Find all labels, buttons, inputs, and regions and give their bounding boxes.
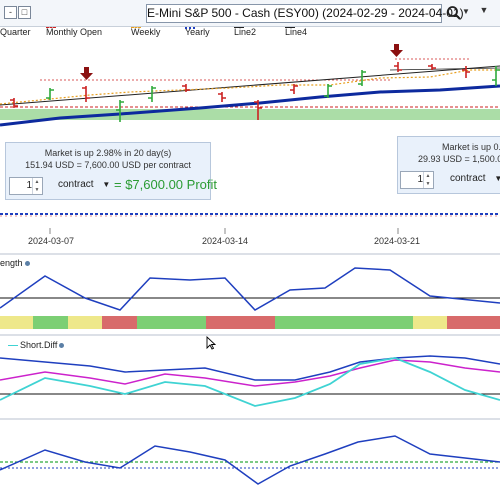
profit-value: = $7,600.00 Profit bbox=[114, 177, 217, 192]
popup-detail: 151.94 USD = 7,600.00 USD per contract bbox=[25, 160, 191, 170]
legend-line4: Line4 bbox=[285, 27, 307, 37]
popup-summary: Market is up 0.5 bbox=[442, 142, 500, 152]
maximize-button[interactable]: □ bbox=[18, 6, 31, 19]
oscillator-panel[interactable] bbox=[0, 422, 500, 500]
legend-monthly-open: Monthly Open bbox=[46, 27, 102, 37]
contract-select-label: contract bbox=[58, 179, 94, 190]
legend-weekly-label: Weekly bbox=[131, 27, 161, 37]
legend-quarter: Quarter bbox=[0, 27, 31, 37]
legend-swatch bbox=[185, 27, 195, 29]
legend-line2-label: Line2 bbox=[234, 27, 257, 37]
search-icon[interactable] bbox=[446, 5, 462, 21]
arrow-down-marker-icon[interactable] bbox=[80, 67, 93, 80]
minimize-button[interactable]: - bbox=[4, 6, 17, 19]
legend-monthly-open-label: Monthly Open bbox=[46, 27, 103, 37]
quantity-stepper[interactable]: 1 ▲ ▼ bbox=[9, 177, 43, 195]
symbol-title[interactable]: E-Mini S&P 500 - Cash (ESY00) (2024-02-2… bbox=[146, 4, 464, 23]
date-tick: 2024-03-14 bbox=[202, 236, 249, 246]
legend-weekly: Weekly bbox=[131, 27, 160, 37]
stepper-arrows[interactable]: ▲ ▼ bbox=[32, 178, 41, 194]
strength-line bbox=[0, 267, 500, 311]
popup-detail: 29.93 USD = 1,500.0 bbox=[418, 154, 500, 164]
date-tick: 2024-03-21 bbox=[374, 236, 421, 246]
stepper-arrows[interactable]: ▲ ▼ bbox=[423, 172, 432, 188]
trend-line bbox=[0, 65, 500, 106]
legend-yearly: Yearly bbox=[185, 27, 210, 37]
profit-popup-left: Market is up 2.98% in 20 day(s) 151.94 U… bbox=[5, 142, 217, 200]
popup-input-row: 1 ▲ ▼ contract ▼ bbox=[398, 169, 500, 191]
legend-swatch bbox=[46, 27, 56, 28]
shortdiff-magenta-line bbox=[0, 359, 500, 387]
date-axis-ticks bbox=[49, 228, 399, 234]
mouse-cursor-icon bbox=[206, 336, 216, 350]
strength-panel[interactable] bbox=[0, 258, 500, 334]
shortdiff-panel[interactable] bbox=[0, 338, 500, 418]
panel-divider[interactable] bbox=[0, 253, 500, 257]
legend-line2: Line2 bbox=[234, 27, 256, 37]
quantity-stepper[interactable]: 1 ▲ ▼ bbox=[400, 171, 434, 189]
legend-quarter-label: Quarter bbox=[0, 27, 31, 37]
contract-select-label: contract bbox=[450, 173, 486, 184]
popup-input-row: 1 ▲ ▼ contract ▼ = $7,600.00 Profit bbox=[6, 175, 217, 197]
chevron-down-icon[interactable]: ▼ bbox=[476, 5, 492, 20]
profit-popup-right: Market is up 0.5 29.93 USD = 1,500.0 1 ▲… bbox=[397, 136, 500, 194]
legend-swatch bbox=[234, 27, 244, 28]
popup-summary: Market is up 2.98% in 20 day(s) bbox=[44, 148, 172, 158]
search-dropdown-caret[interactable]: ▼ bbox=[462, 7, 470, 16]
legend-swatch bbox=[285, 27, 295, 28]
legend: Quarter Monthly Open Weekly Yearly Line2… bbox=[0, 27, 500, 39]
chevron-down-icon: ▼ bbox=[494, 174, 500, 183]
chart-toolbar: - □ E-Mini S&P 500 - Cash (ESY00) (2024-… bbox=[0, 0, 500, 27]
chevron-down-icon: ▼ bbox=[102, 180, 111, 189]
legend-line4-label: Line4 bbox=[285, 27, 308, 37]
oscillator-line bbox=[0, 435, 500, 485]
contract-select[interactable]: contract ▼ bbox=[450, 173, 500, 184]
contract-select[interactable]: contract ▼ bbox=[58, 179, 110, 190]
arrow-down-marker-icon[interactable] bbox=[390, 44, 403, 57]
legend-swatch bbox=[131, 27, 141, 28]
date-tick: 2024-03-07 bbox=[28, 236, 75, 246]
strength-color-band bbox=[0, 316, 500, 329]
